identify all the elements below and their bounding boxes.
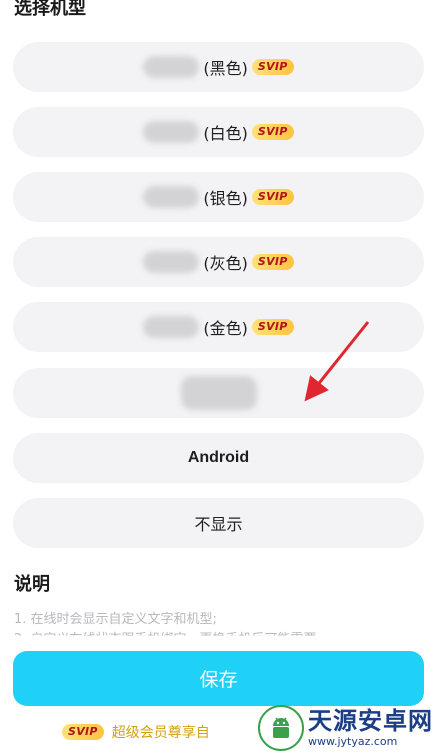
watermark-url: www.jytyaz.com xyxy=(308,735,398,748)
save-button[interactable]: 保存 xyxy=(13,651,424,706)
option-label: (白色) xyxy=(203,124,248,143)
blurred-model-name xyxy=(143,56,200,78)
svip-badge: SVIP xyxy=(251,59,294,75)
svip-badge: SVIP xyxy=(251,319,294,335)
android-robot-icon xyxy=(258,705,304,751)
svip-badge: SVIP xyxy=(62,724,104,740)
footer-text: 超级会员尊享自 xyxy=(111,725,210,741)
model-option-gold[interactable]: (金色) SVIP xyxy=(13,302,424,352)
svip-footer-note[interactable]: SVIP 超级会员尊享自 xyxy=(62,722,210,742)
watermark: 天源安卓网 www.jytyaz.com xyxy=(258,705,433,751)
watermark-title: 天源安卓网 xyxy=(308,707,433,735)
model-option-hide[interactable]: 不显示 xyxy=(13,498,424,548)
svip-badge: SVIP xyxy=(251,189,294,205)
svip-badge: SVIP xyxy=(251,254,294,270)
description-heading: 说明 xyxy=(14,574,50,595)
blurred-model-name xyxy=(180,376,257,410)
option-label: (黑色) xyxy=(203,59,248,78)
select-model-heading: 选择机型 xyxy=(14,0,86,19)
blurred-model-name xyxy=(143,316,200,338)
model-option-white[interactable]: (白色) SVIP xyxy=(13,107,424,157)
option-label: (银色) xyxy=(203,189,248,208)
blurred-model-name xyxy=(143,186,200,208)
model-option-custom[interactable] xyxy=(13,368,424,418)
model-option-android[interactable]: Android xyxy=(13,433,424,483)
blurred-model-name xyxy=(143,121,200,143)
model-option-silver[interactable]: (银色) SVIP xyxy=(13,172,424,222)
option-label: Android xyxy=(187,449,250,466)
option-label: 不显示 xyxy=(194,515,243,534)
description-line: 1. 在线时会显示自定义文字和机型; xyxy=(14,612,217,627)
blurred-model-name xyxy=(143,251,200,273)
model-option-gray[interactable]: (灰色) SVIP xyxy=(13,237,424,287)
description-line: 2. 自定义在线状态跟手机绑定，更换手机后可能需要 xyxy=(14,632,317,647)
option-label: (灰色) xyxy=(203,254,248,273)
model-option-black[interactable]: (黑色) SVIP xyxy=(13,42,424,92)
option-label: (金色) xyxy=(203,319,248,338)
svip-badge: SVIP xyxy=(251,124,294,140)
